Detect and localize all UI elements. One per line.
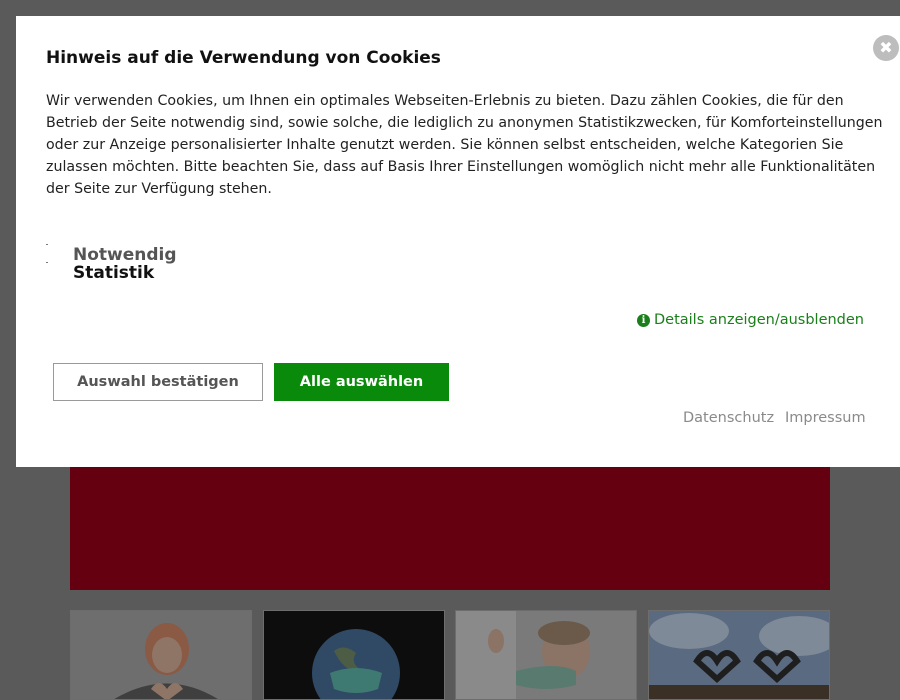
tile-heart-hands-sky bbox=[648, 610, 830, 700]
checkbox-statistics[interactable] bbox=[46, 262, 48, 263]
confirm-selection-button[interactable]: Auswahl bestätigen bbox=[53, 363, 263, 401]
category-statistics-label[interactable]: Statistik bbox=[73, 264, 154, 282]
details-toggle-link[interactable]: i Details anzeigen/ausblenden bbox=[637, 312, 864, 328]
tile-nurse-mask bbox=[455, 610, 637, 700]
imprint-link[interactable]: Impressum bbox=[785, 410, 866, 426]
close-icon[interactable]: ✖ bbox=[873, 35, 899, 61]
checkbox-necessary[interactable] bbox=[46, 244, 48, 245]
tile-globe-mask bbox=[263, 610, 445, 700]
dialog-title: Hinweis auf die Verwendung von Cookies bbox=[46, 48, 441, 68]
privacy-link[interactable]: Datenschutz bbox=[683, 410, 774, 426]
image-tiles bbox=[70, 610, 830, 700]
tile-heart-hands-woman bbox=[70, 610, 252, 700]
select-all-button[interactable]: Alle auswählen bbox=[274, 363, 449, 401]
category-necessary-label: Notwendig bbox=[73, 245, 177, 265]
info-icon: i bbox=[637, 314, 650, 327]
details-toggle-label: Details anzeigen/ausblenden bbox=[654, 312, 865, 328]
dialog-description: Wir verwenden Cookies, um Ihnen ein opti… bbox=[46, 93, 883, 197]
